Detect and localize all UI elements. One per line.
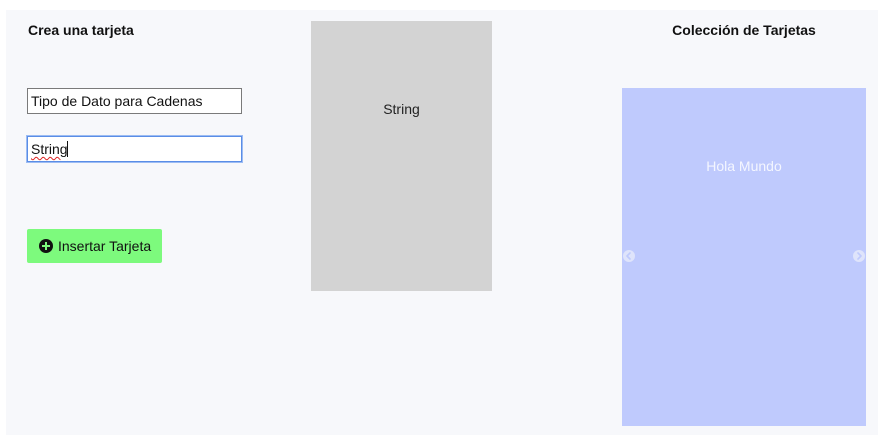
carousel-next-button[interactable] [853,250,865,262]
card-preview-text: String [383,101,420,117]
collection-title: Colección de Tarjetas [672,22,816,38]
insert-card-button[interactable]: Insertar Tarjeta [27,229,162,263]
app-container: Crea una tarjeta Tipo de Dato para Caden… [6,10,878,435]
card-title-input[interactable]: Tipo de Dato para Cadenas [27,88,242,114]
arrow-left-circle-icon [626,252,631,260]
card-title-input-value: Tipo de Dato para Cadenas [31,93,203,109]
text-caret [66,141,68,157]
insert-card-button-label: Insertar Tarjeta [58,238,152,254]
card-carousel: Hola Mundo [622,88,866,426]
card-content-input-value: String [31,141,68,157]
carousel-card-text: Hola Mundo [706,158,782,174]
card-preview: String [311,21,492,291]
carousel-prev-button[interactable] [623,250,635,262]
form-title: Crea una tarjeta [28,22,134,38]
arrow-right-circle-icon [857,252,862,260]
card-content-input[interactable]: String [27,136,242,162]
plus-circle-icon [39,239,53,253]
